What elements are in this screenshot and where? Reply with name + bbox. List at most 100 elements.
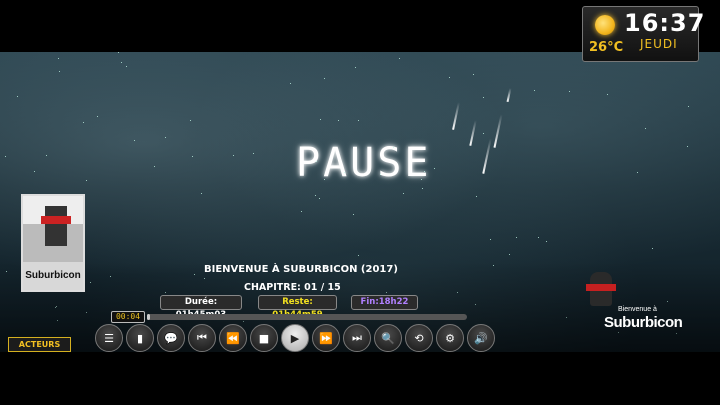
clock-day: JEUDI [640, 37, 678, 51]
repeat-icon: ⟲ [414, 331, 424, 345]
volume-button[interactable]: 🔊 [467, 324, 495, 352]
star [324, 78, 325, 79]
subtitles-icon: 💬 [164, 331, 178, 345]
star [637, 172, 638, 173]
star [490, 239, 491, 240]
star [449, 77, 450, 78]
bookmark-button[interactable]: ▮ [126, 324, 154, 352]
remaining-badge: Reste: 01h44m59 [258, 295, 337, 320]
volume-icon: 🔊 [474, 331, 488, 345]
actors-button[interactable]: ACTEURS [8, 337, 71, 352]
repeat-button[interactable]: ⟲ [405, 324, 433, 352]
star [59, 71, 60, 72]
duration-badge: Durée: 01h45m03 [160, 295, 242, 320]
star [422, 188, 423, 189]
star [569, 91, 570, 92]
clock-time: 16:37 [624, 9, 706, 37]
star [607, 94, 608, 95]
star [483, 133, 484, 134]
star [319, 198, 320, 199]
star [165, 137, 166, 138]
star [324, 179, 325, 180]
star [380, 174, 381, 175]
skip-next-button[interactable]: ⏭ [343, 324, 371, 352]
star [421, 179, 422, 180]
progress-row: 00:04 [111, 311, 471, 323]
stop-icon: ■ [258, 331, 270, 345]
star [154, 166, 155, 167]
clock-weather-widget: 16:37 JEUDI 26°C [582, 6, 704, 62]
poster-red-band [41, 216, 71, 224]
subtitles-button[interactable]: 💬 [157, 324, 185, 352]
star [5, 156, 6, 157]
star [403, 193, 404, 194]
fast-forward-button[interactable]: ⏩ [312, 324, 340, 352]
seek-bar-fill [147, 314, 151, 320]
star [17, 96, 18, 97]
star [688, 106, 689, 107]
star [121, 62, 122, 63]
star [652, 248, 653, 249]
star [233, 155, 234, 156]
search-icon: 🔍 [381, 331, 395, 345]
temperature: 26°C [589, 40, 624, 55]
search-button[interactable]: 🔍 [374, 324, 402, 352]
bookmark-icon: ▮ [136, 331, 144, 345]
star [546, 241, 547, 242]
menu-list-button[interactable]: ☰ [95, 324, 123, 352]
star [483, 97, 484, 98]
media-title: BIENVENUE À SUBURBICON (2017) [204, 264, 398, 275]
sun-icon [595, 15, 615, 35]
star [516, 237, 517, 238]
star [46, 155, 47, 156]
star [399, 58, 400, 59]
star [473, 74, 474, 75]
star [358, 255, 359, 256]
star [253, 153, 254, 154]
star [358, 120, 359, 121]
star [97, 116, 98, 117]
star [192, 156, 193, 157]
star [353, 214, 354, 215]
star [126, 66, 127, 67]
star [190, 120, 191, 121]
rewind-button[interactable]: ⏪ [219, 324, 247, 352]
star [315, 195, 316, 196]
elapsed-time: 00:04 [111, 311, 145, 323]
settings-gear-button[interactable]: ⚙ [436, 324, 464, 352]
skip-previous-button[interactable]: ⏮ [188, 324, 216, 352]
logo-subtitle: Bienvenue à [618, 306, 657, 313]
star [338, 120, 339, 121]
star [476, 196, 477, 197]
star [687, 146, 688, 147]
menu-list-icon: ☰ [104, 331, 114, 345]
star [393, 147, 394, 148]
seek-bar[interactable] [147, 314, 467, 320]
pause-indicator: PAUSE [296, 140, 432, 186]
star [509, 254, 510, 255]
rewind-icon: ⏪ [226, 331, 240, 345]
star [301, 211, 302, 212]
star [290, 83, 291, 84]
star [424, 171, 425, 172]
meteor [482, 138, 492, 174]
end-time-badge: Fin:18h22 [351, 295, 418, 310]
settings-gear-icon: ⚙ [445, 331, 455, 345]
skip-previous-icon: ⏮ [197, 331, 207, 344]
star [201, 193, 202, 194]
meteor [506, 87, 512, 103]
meteor [452, 102, 460, 130]
star [316, 161, 317, 162]
stop-button[interactable]: ■ [250, 324, 278, 352]
play-button[interactable]: ▶ [281, 324, 309, 352]
star [355, 67, 356, 68]
poster-title: Suburbicon [25, 270, 81, 281]
star [83, 122, 84, 123]
star [118, 52, 119, 53]
logo-title: Suburbicon [604, 314, 683, 331]
star [34, 171, 35, 172]
star [534, 90, 535, 91]
star [434, 168, 435, 169]
fast-forward-icon: ⏩ [319, 331, 333, 345]
skip-next-icon: ⏭ [352, 331, 362, 344]
